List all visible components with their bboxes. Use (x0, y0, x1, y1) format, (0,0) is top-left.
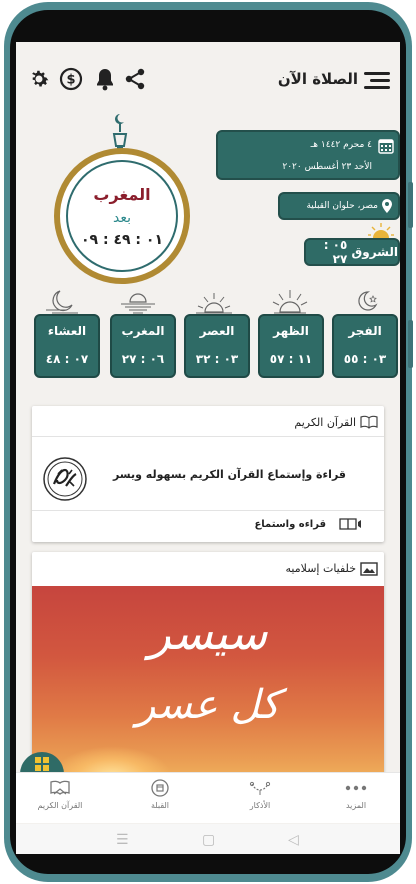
prayer-name: المغرب (121, 324, 165, 338)
home-button[interactable]: ▢ (202, 832, 215, 848)
phone-bezel: $ الصلاة الآن المغرب بعد ٠١ : ٤٩ : ٠٩ ٤ … (10, 10, 406, 874)
sunrise-label: الشروق (351, 245, 398, 259)
divider (32, 436, 384, 437)
next-prayer-label: بعد (113, 209, 131, 226)
sunrise-time: ٠٥ : ٢٧ (323, 238, 348, 266)
prayer-name: الظهر (273, 324, 309, 338)
open-book-icon (360, 415, 378, 429)
wallpaper-calligraphy-line1: سيسر (148, 606, 268, 660)
share-icon[interactable] (122, 66, 148, 92)
sun-rays-icon (272, 290, 308, 314)
menu-icon[interactable] (364, 72, 390, 90)
prayer-name: العصر (199, 324, 235, 338)
gregorian-date: الأحد ٢٣ أغسطس ٢٠٢٠ (282, 162, 372, 172)
back-button[interactable]: ◁ (288, 832, 299, 848)
nav-label: المزيد (345, 801, 367, 810)
phone-frame: $ الصلاة الآن المغرب بعد ٠١ : ٤٩ : ٠٩ ٤ … (4, 2, 413, 882)
location-label: مصر، حلوان القبلية (306, 201, 378, 211)
more-dots-icon (345, 779, 367, 797)
wallpaper-calligraphy-line2: كل عسر (136, 682, 280, 728)
prayer-time: ٠٧ : ٤٨ (45, 352, 89, 366)
lantern-icon (108, 112, 132, 152)
prayer-name: الفجر (348, 324, 382, 338)
sunrise-box: الشروق ٠٥ : ٢٧ (304, 238, 400, 266)
location-button[interactable]: مصر، حلوان القبلية (278, 192, 400, 220)
divider (32, 510, 384, 511)
prayer-tile-fajr[interactable]: الفجر ٠٣ : ٥٥ (332, 314, 398, 378)
side-button (408, 320, 413, 368)
wallpaper-image[interactable]: سيسر كل عسر 206 (32, 586, 384, 782)
prayer-time: ٠٣ : ٥٥ (343, 352, 387, 366)
nav-label: القبلة (150, 801, 170, 810)
date-box[interactable]: ٤ محرم ١٤٤٢ هـ الأحد ٢٣ أغسطس ٢٠٢٠ (216, 130, 400, 180)
prayer-tile-dhuhr[interactable]: الظهر ١١ : ٥٧ (258, 314, 324, 378)
crescent-star-icon (358, 291, 378, 311)
prayer-tile-isha[interactable]: العشاء ٠٧ : ٤٨ (34, 314, 100, 378)
nav-item-more[interactable]: المزيد (316, 779, 396, 810)
prayer-tile-asr[interactable]: العصر ٠٣ : ٣٢ (184, 314, 250, 378)
countdown-timer: ٠١ : ٤٩ : ٠٩ (81, 231, 163, 248)
card-title: خلفيات إسلاميه (285, 562, 356, 575)
bell-icon[interactable] (92, 66, 118, 92)
quran-book-icon (49, 779, 71, 797)
nav-item-qibla[interactable]: القبلة (120, 779, 200, 810)
prayer-time: ٠٦ : ٢٧ (121, 352, 165, 366)
prayer-tile-maghrib[interactable]: المغرب ٠٦ : ٢٧ (110, 314, 176, 378)
read-listen-link[interactable]: قراءه واستماع (254, 519, 326, 530)
card-title: القرآن الكريم (294, 416, 356, 429)
prayer-time: ١١ : ٥٧ (269, 352, 313, 366)
next-prayer-countdown: المغرب بعد ٠١ : ٤٩ : ٠٩ (54, 148, 190, 284)
page-title: الصلاة الآن (277, 70, 358, 88)
system-navigation-bar: ☰ ▢ ◁ (16, 824, 400, 854)
prayer-beads-icon (249, 779, 271, 797)
svg-text:$: $ (66, 73, 75, 88)
dollar-icon[interactable]: $ (58, 66, 84, 92)
read-listen-icon (339, 518, 361, 530)
half-sun-icon (196, 293, 232, 314)
prayer-name: العشاء (47, 324, 87, 338)
app-header: $ الصلاة الآن (16, 42, 400, 112)
grid-icon (35, 757, 49, 771)
crescent-clouds-icon (46, 290, 78, 314)
next-prayer-name: المغرب (93, 184, 151, 204)
sunset-icon (121, 293, 155, 314)
bottom-navigation: القرآن الكريم القبلة الأذكار المزيد (16, 772, 400, 823)
nav-item-quran[interactable]: القرآن الكريم (20, 779, 100, 810)
prayer-time: ٠٣ : ٣٢ (195, 352, 239, 366)
image-icon (360, 562, 378, 576)
wallpapers-card[interactable]: خلفيات إسلاميه سيسر كل عسر 206 (32, 552, 384, 782)
nav-item-azkar[interactable]: الأذكار (220, 779, 300, 810)
recents-button[interactable]: ☰ (116, 832, 129, 848)
quran-description: قراءة وإستماع القرآن الكريم بسهوله ويسر (112, 468, 346, 481)
side-button (408, 182, 413, 228)
quran-calligraphy-logo (43, 457, 87, 501)
quran-card[interactable]: القرآن الكريم قراءة وإستماع القرآن الكري… (32, 406, 384, 542)
hijri-date: ٤ محرم ١٤٤٢ هـ (310, 140, 372, 150)
app-screen: $ الصلاة الآن المغرب بعد ٠١ : ٤٩ : ٠٩ ٤ … (16, 42, 400, 854)
location-pin-icon (382, 199, 392, 213)
qibla-icon (149, 779, 171, 797)
nav-label: الأذكار (249, 801, 271, 810)
nav-label: القرآن الكريم (37, 801, 83, 810)
gear-icon[interactable] (26, 66, 52, 92)
calendar-icon (378, 139, 394, 154)
